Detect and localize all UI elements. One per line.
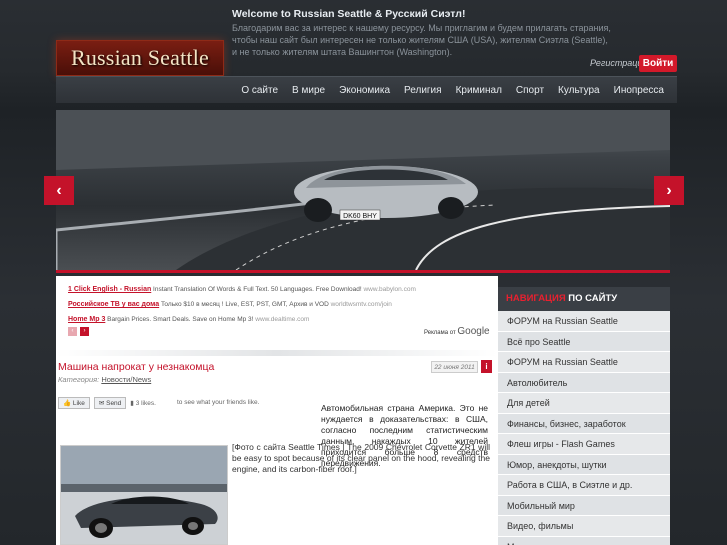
ad-pager: ‹ › <box>68 327 89 336</box>
nav-item-economy[interactable]: Экономика <box>332 77 397 104</box>
ad-block: 1 Click English - Russian Instant Transl… <box>68 286 488 331</box>
ad-title[interactable]: 1 Click English - Russian <box>68 286 151 293</box>
main-nav: О сайте В мире Экономика Религия Кримина… <box>56 76 677 103</box>
featured-slider[interactable]: DK60 BHY <box>56 110 670 273</box>
nav-item-crime[interactable]: Криминал <box>449 77 509 104</box>
sidebar-menu: ФОРУМ на Russian Seattle Всё про Seattle… <box>498 311 670 545</box>
ads-by-label: Реклама от <box>424 330 456 336</box>
sidebar-item-auto[interactable]: Автолюбитель <box>498 372 670 393</box>
slider-prev-button[interactable]: ‹ <box>44 176 74 205</box>
nav-item-world[interactable]: В мире <box>285 77 332 104</box>
sidebar-item-forum[interactable]: ФОРУМ на Russian Seattle <box>498 311 670 332</box>
logo-text: Russian Seattle <box>70 45 210 70</box>
main-content: 1 Click English - Russian Instant Transl… <box>56 276 498 545</box>
sidebar-item-forum-2[interactable]: ФОРУМ на Russian Seattle <box>498 352 670 373</box>
sidebar-item-video[interactable]: Видео, фильмы <box>498 516 670 537</box>
nav-item-culture[interactable]: Культура <box>551 77 607 104</box>
ad-url: www.babylon.com <box>363 286 416 293</box>
sidebar-item-finance[interactable]: Финансы, бизнес, заработок <box>498 413 670 434</box>
google-logo: Google <box>457 326 490 337</box>
slider-next-button[interactable]: › <box>654 176 684 205</box>
article-date: 22 июня 2011 <box>431 361 478 373</box>
divider <box>56 350 498 356</box>
category-link[interactable]: Новости/News <box>101 375 151 384</box>
ad-row[interactable]: Home Mp 3 Bargain Prices. Smart Deals. S… <box>68 316 488 323</box>
category-label: Категория: <box>58 375 100 384</box>
sidebar-item-mobile[interactable]: Мобильный мир <box>498 495 670 516</box>
ad-text: Bargain Prices. Smart Deals. Save on Hom… <box>105 316 256 323</box>
sidebar-item-humor[interactable]: Юмор, анекдоты, шутки <box>498 454 670 475</box>
sidebar-item-flash-games[interactable]: Флеш игры - Flash Games <box>498 434 670 455</box>
sidebar-item-seattle[interactable]: Всё про Seattle <box>498 331 670 352</box>
login-button[interactable]: Войти <box>639 55 677 72</box>
ad-text: Instant Translation Of Words & Full Text… <box>151 286 364 293</box>
corvette-image <box>61 446 227 544</box>
info-icon[interactable]: i <box>481 360 492 373</box>
sidebar-heading: НАВИГАЦИЯ ПО САЙТУ <box>498 287 670 311</box>
site-logo[interactable]: Russian Seattle <box>56 40 224 76</box>
sidebar-heading-accent: НАВИГАЦИЯ <box>506 293 566 304</box>
ad-row[interactable]: Российское ТВ у вас дома Только $10 в ме… <box>68 301 488 308</box>
sidebar-item-jobs[interactable]: Работа в США, в Сиэтле и др. <box>498 475 670 496</box>
sidebar-item-kids[interactable]: Для детей <box>498 393 670 414</box>
ad-next-button[interactable]: › <box>80 327 89 336</box>
article-category: Категория: Новости/News <box>58 375 151 384</box>
article-photo <box>60 445 228 545</box>
ad-text: Только $10 в месяц ! Live, EST, PST, GMT… <box>159 301 331 308</box>
ads-by-google[interactable]: Реклама от Google <box>424 326 490 337</box>
ad-title[interactable]: Российское ТВ у вас дома <box>68 301 159 308</box>
sidebar: НАВИГАЦИЯ ПО САЙТУ ФОРУМ на Russian Seat… <box>498 287 670 545</box>
article-title[interactable]: Машина напрокат у незнакомца <box>58 361 214 373</box>
welcome-title: Welcome to Russian Seattle & Русский Сиэ… <box>232 8 466 20</box>
ad-url: worldtwsmtv.com/join <box>330 301 392 308</box>
sidebar-item-music[interactable]: Музыка <box>498 536 670 545</box>
nav-item-foreign-press[interactable]: Инопресса <box>607 77 671 104</box>
welcome-text: Благодарим вас за интерес к нашему ресур… <box>232 23 611 57</box>
license-plate: DK60 BHY <box>343 213 377 220</box>
nav-item-about[interactable]: О сайте <box>234 77 285 104</box>
photo-caption: [Фото с сайта Seattle Times | The 2009 C… <box>232 442 490 474</box>
welcome-block: Welcome to Russian Seattle & Русский Сиэ… <box>232 8 612 58</box>
sidebar-heading-rest: ПО САЙТУ <box>565 293 618 304</box>
ad-row[interactable]: 1 Click English - Russian Instant Transl… <box>68 286 488 293</box>
ad-url: www.dealtime.com <box>255 316 310 323</box>
ad-prev-button[interactable]: ‹ <box>68 327 77 336</box>
ad-title[interactable]: Home Mp 3 <box>68 316 105 323</box>
slider-car-image: DK60 BHY <box>56 110 670 270</box>
nav-item-sport[interactable]: Спорт <box>509 77 551 104</box>
nav-item-religion[interactable]: Религия <box>397 77 449 104</box>
